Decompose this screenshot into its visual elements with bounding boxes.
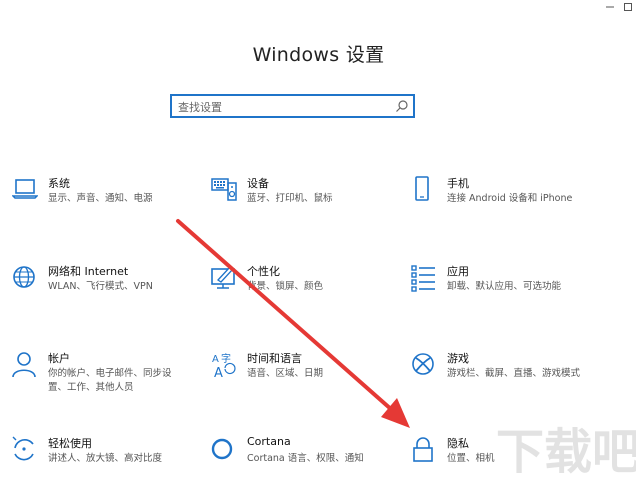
tile-devices[interactable]: 设备 蓝牙、打印机、鼠标	[211, 176, 401, 222]
tile-cortana[interactable]: Cortana Cortana 语言、权限、通知	[211, 435, 401, 482]
tile-name: 轻松使用	[48, 437, 92, 450]
paint-monitor-icon	[211, 266, 235, 289]
tile-desc: WLAN、飞行模式、VPN	[48, 281, 153, 292]
apps-list-icon	[411, 265, 435, 292]
tile-network[interactable]: 网络和 Internet WLAN、飞行模式、VPN	[12, 264, 202, 310]
search-icon[interactable]	[395, 99, 409, 113]
tile-personalization[interactable]: 个性化 背景、锁屏、颜色	[211, 264, 401, 310]
tile-desc: 卸载、默认应用、可选功能	[447, 281, 562, 292]
tile-name: 应用	[447, 265, 469, 278]
tile-name: 个性化	[247, 265, 280, 278]
tile-name: Cortana	[247, 435, 291, 448]
tile-ease-of-access[interactable]: 轻松使用 讲述人、放大镜、高对比度	[12, 436, 202, 482]
tile-time-language[interactable]: A 字 A 时间和语言 语音、区域、日期	[211, 351, 401, 397]
tile-system[interactable]: 系统 显示、声音、通知、电源	[12, 176, 202, 222]
tile-name: 网络和 Internet	[48, 265, 129, 278]
language-clock-icon: A 字 A	[212, 352, 236, 379]
tile-desc: Cortana 语言、权限、通知	[247, 453, 364, 464]
globe-icon	[13, 266, 35, 288]
tile-desc: 游戏栏、截屏、直播、游戏模式	[447, 368, 581, 379]
tile-phone[interactable]: 手机 连接 Android 设备和 iPhone	[411, 176, 601, 222]
ease-of-access-icon	[12, 436, 34, 461]
maximize-icon[interactable]	[619, 0, 637, 14]
watermark-logo: 下载吧	[496, 424, 636, 478]
tile-desc: 背景、锁屏、颜色	[247, 281, 324, 292]
tile-desc: 连接 Android 设备和 iPhone	[447, 193, 573, 204]
window-controls	[601, 0, 637, 14]
tile-name: 系统	[48, 177, 70, 190]
lock-icon	[413, 437, 433, 462]
red-arrow-icon	[176, 219, 410, 428]
tile-desc: 语音、区域、日期	[247, 368, 324, 379]
minimize-icon[interactable]	[601, 0, 619, 14]
tile-name: 手机	[447, 177, 469, 190]
tile-name: 帐户	[48, 352, 70, 365]
xbox-icon	[412, 353, 434, 375]
svg-text:A: A	[212, 354, 219, 365]
tile-desc: 蓝牙、打印机、鼠标	[247, 193, 333, 204]
tile-desc: 显示、声音、通知、电源	[48, 193, 153, 204]
keyboard-speaker-icon	[211, 178, 237, 201]
tile-name: 隐私	[447, 437, 469, 450]
svg-text:A: A	[214, 366, 223, 379]
tile-name: 游戏	[447, 352, 469, 365]
phone-icon	[415, 176, 429, 201]
tile-apps[interactable]: 应用 卸载、默认应用、可选功能	[411, 264, 601, 310]
tile-accounts[interactable]: 帐户 你的帐户、电子邮件、同步设置、工作、其他人员	[12, 351, 202, 397]
tile-name: 设备	[247, 177, 269, 190]
search-box[interactable]	[170, 94, 415, 118]
tile-gaming[interactable]: 游戏 游戏栏、截屏、直播、游戏模式	[411, 351, 601, 397]
svg-text:下载吧: 下载吧	[496, 424, 636, 478]
page-title: Windows 设置	[252, 44, 385, 66]
cortana-circle-icon	[211, 438, 233, 460]
laptop-icon	[12, 179, 38, 199]
tile-name: 时间和语言	[247, 352, 302, 365]
tile-desc: 你的帐户、电子邮件、同步设置、工作、其他人员	[48, 368, 172, 393]
tile-desc: 讲述人、放大镜、高对比度	[48, 453, 163, 464]
person-icon	[12, 352, 36, 378]
search-input[interactable]	[172, 97, 394, 118]
